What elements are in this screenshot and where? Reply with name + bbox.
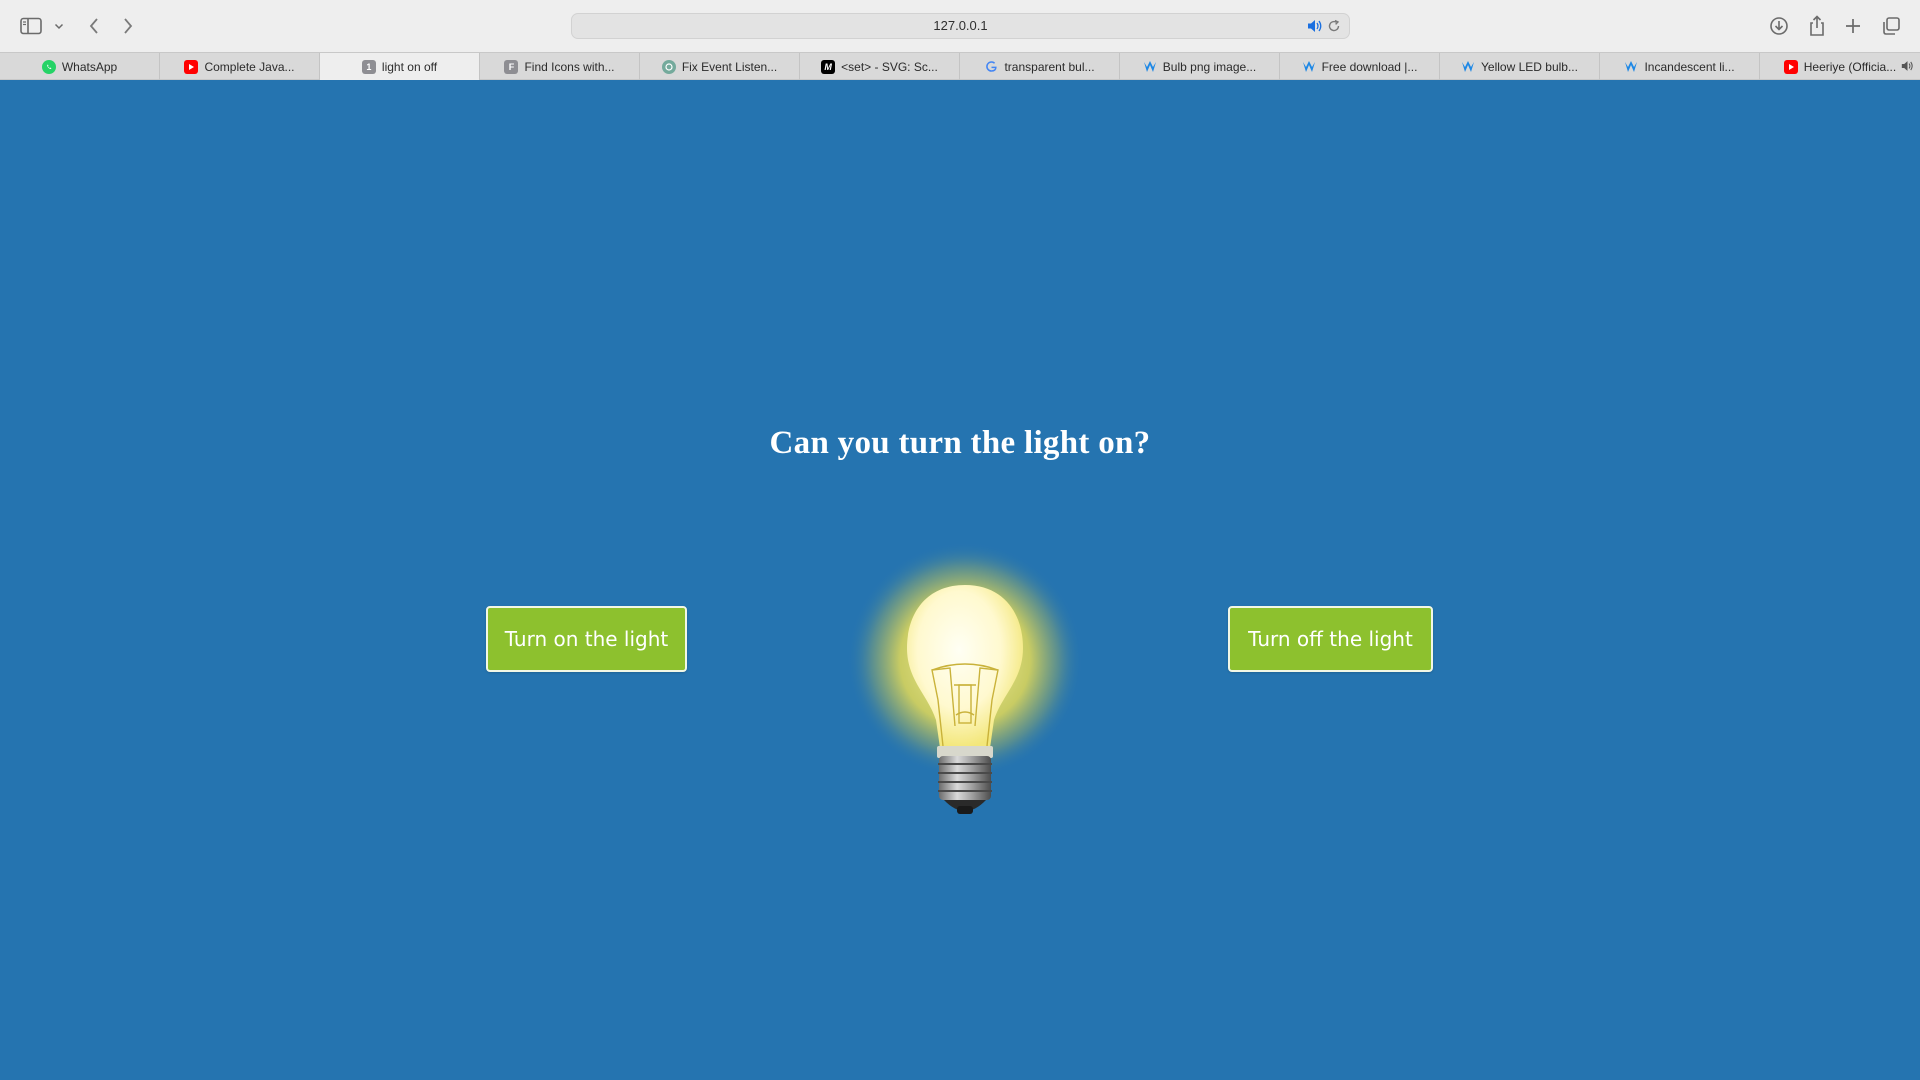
tab-bar: WhatsApp Complete Java... 1 light on off… [0,52,1920,81]
forward-icon[interactable] [118,12,138,40]
chevron-down-icon[interactable] [52,12,66,40]
page-title: Can you turn the light on? [769,425,1151,461]
tab-label: Bulb png image... [1162,59,1257,74]
tab-whatsapp[interactable]: WhatsApp [0,53,160,80]
wing-logo-icon [1302,60,1316,74]
speaker-icon[interactable] [1901,60,1914,75]
downloads-icon[interactable] [1766,12,1792,40]
whatsapp-icon [41,59,56,74]
tab-label: transparent bul... [1004,59,1095,74]
f-letter-icon: F [504,59,519,74]
light-bulb [840,530,1090,880]
wing-logo-icon [1461,60,1475,74]
share-icon[interactable] [1804,12,1830,40]
tab-free-download[interactable]: Free download |... [1280,53,1440,80]
mdn-icon: M [821,59,836,74]
tab-incandescent[interactable]: Incandescent li... [1600,53,1760,80]
tab-overview-icon[interactable] [1878,12,1904,40]
sidebar-toggle-icon[interactable] [18,12,44,40]
tab-label: Complete Java... [204,59,295,74]
tab-label: <set> - SVG: Sc... [841,59,938,74]
page-content: Can you turn the light on? Turn on the l… [0,80,1920,1080]
url-text: 127.0.0.1 [933,18,988,33]
new-tab-icon[interactable] [1841,12,1865,40]
tab-complete-java[interactable]: Complete Java... [160,53,320,80]
tab-find-icons[interactable]: F Find Icons with... [480,53,640,80]
google-icon [984,60,998,74]
tab-label: Heeriye (Officia... [1803,59,1897,74]
tab-fix-event-listener[interactable]: Fix Event Listen... [640,53,800,80]
tab-light-on-off[interactable]: 1 light on off [320,53,480,81]
wing-logo-icon [1624,60,1638,74]
turn-off-button[interactable]: Turn off the light [1228,606,1433,672]
youtube-icon [1783,59,1798,74]
browser-toolbar: 127.0.0.1 [0,0,1920,52]
chatgpt-icon [661,59,676,74]
tab-label: Find Icons with... [524,59,615,74]
tab-label: light on off [381,60,438,74]
speaker-icon[interactable] [1307,19,1323,38]
light-bulb-icon [847,542,1083,814]
page-number-icon: 1 [361,60,376,74]
tab-yellow-led-bulb[interactable]: Yellow LED bulb... [1440,53,1600,80]
youtube-icon [184,59,199,74]
reload-icon[interactable] [1327,19,1341,38]
tab-label: Fix Event Listen... [681,59,778,74]
tab-label: Incandescent li... [1644,59,1735,74]
wing-logo-icon [1143,60,1157,74]
back-icon[interactable] [84,12,104,40]
tab-label: Free download |... [1321,59,1418,74]
tab-heeriye[interactable]: Heeriye (Officia... [1760,53,1920,80]
tab-svg-set[interactable]: M <set> - SVG: Sc... [800,53,960,80]
address-bar[interactable]: 127.0.0.1 [571,13,1350,39]
tab-label: Yellow LED bulb... [1481,59,1578,74]
tab-bulb-png[interactable]: Bulb png image... [1120,53,1280,80]
tab-transparent-bulb[interactable]: transparent bul... [960,53,1120,80]
tab-label: WhatsApp [61,59,118,74]
turn-on-button[interactable]: Turn on the light [486,606,687,672]
